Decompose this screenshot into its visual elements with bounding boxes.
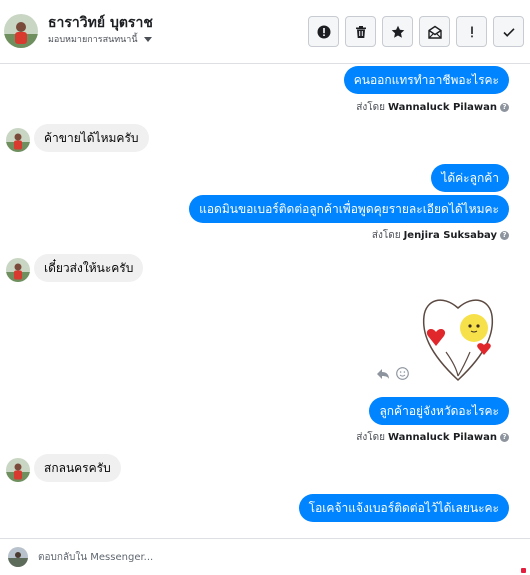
header-toolbar — [308, 16, 524, 47]
sender-name: Jenjira Suksabay — [403, 230, 497, 241]
mark-unread-button[interactable] — [419, 16, 450, 47]
exclamation-icon — [470, 26, 473, 37]
sent-by-label: ส่งโดย Jenjira Suksabay ? — [372, 228, 509, 243]
help-icon[interactable]: ? — [500, 231, 509, 240]
sender-name: Wannaluck Pilawan — [387, 102, 497, 113]
incoming-message[interactable]: ค้าขายได้ไหมครับ — [34, 124, 149, 152]
incoming-message[interactable]: เดี๋ยวส่งให้นะครับ — [34, 254, 144, 282]
sent-by-label: ส่งโดย Wannaluck Pilawan ? — [356, 100, 509, 115]
contact-avatar-small[interactable] — [6, 258, 30, 282]
sent-by-prefix: ส่งโดย — [356, 102, 385, 113]
checkmark-icon — [502, 27, 515, 37]
outgoing-message[interactable]: โอเคจ้าแจ้งเบอร์ติดต่อไว้ได้เลยนะคะ — [298, 494, 509, 522]
outgoing-message[interactable]: แอดมินขอเบอร์ติดต่อลูกค้าเพื่อพูดคุยรายล… — [189, 195, 509, 223]
help-icon[interactable]: ? — [500, 103, 509, 112]
incoming-message[interactable]: สกลนครครับ — [34, 454, 121, 482]
contact-name[interactable]: ธาราวิทย์ บุตราช — [48, 12, 153, 34]
assign-label: มอบหมายการสนทนานี้ — [48, 35, 138, 45]
notification-indicator — [521, 568, 526, 573]
sent-by-label: ส่งโดย Wannaluck Pilawan ? — [356, 430, 509, 445]
sent-by-prefix: ส่งโดย — [356, 432, 385, 443]
sender-name: Wannaluck Pilawan — [387, 432, 497, 443]
outgoing-message[interactable]: ลูกค้าอยู่จังหวัดอะไรคะ — [369, 397, 509, 425]
mark-done-button[interactable] — [493, 16, 524, 47]
reply-input[interactable]: ตอบกลับใน Messenger... — [38, 550, 153, 565]
assign-conversation-dropdown[interactable]: มอบหมายการสนทนานี้ — [48, 32, 152, 46]
outgoing-message[interactable]: ได้ค่ะลูกค้า — [431, 164, 509, 192]
contact-avatar-small[interactable] — [6, 128, 30, 152]
contact-avatar[interactable] — [4, 14, 38, 48]
mark-spam-button[interactable] — [308, 16, 339, 47]
exclamation-circle-icon — [317, 25, 330, 38]
sent-by-prefix: ส่งโดย — [371, 230, 401, 241]
follow-up-button[interactable] — [456, 16, 487, 47]
help-icon[interactable]: ? — [500, 433, 509, 442]
reply-composer: ตอบกลับใน Messenger... — [0, 538, 530, 575]
message-thread[interactable]: คนออกแทรทำอาชีพอะไรคะ ส่งโดย Wannaluck P… — [0, 65, 530, 538]
envelope-open-icon — [427, 25, 442, 39]
outgoing-message[interactable]: คนออกแทรทำอาชีพอะไรคะ — [343, 66, 509, 94]
page-avatar — [8, 547, 28, 567]
star-button[interactable] — [382, 16, 413, 47]
sticker-message[interactable] — [418, 292, 498, 384]
trash-icon — [355, 25, 366, 38]
message-actions — [376, 367, 409, 380]
contact-avatar-small[interactable] — [6, 458, 30, 482]
emoji-reaction-icon[interactable] — [396, 367, 409, 380]
star-icon — [391, 25, 404, 38]
conversation-header: ธาราวิทย์ บุตราช มอบหมายการสนทนานี้ — [0, 0, 530, 64]
caret-down-icon — [143, 36, 152, 42]
reply-icon[interactable] — [376, 368, 390, 380]
delete-button[interactable] — [345, 16, 376, 47]
